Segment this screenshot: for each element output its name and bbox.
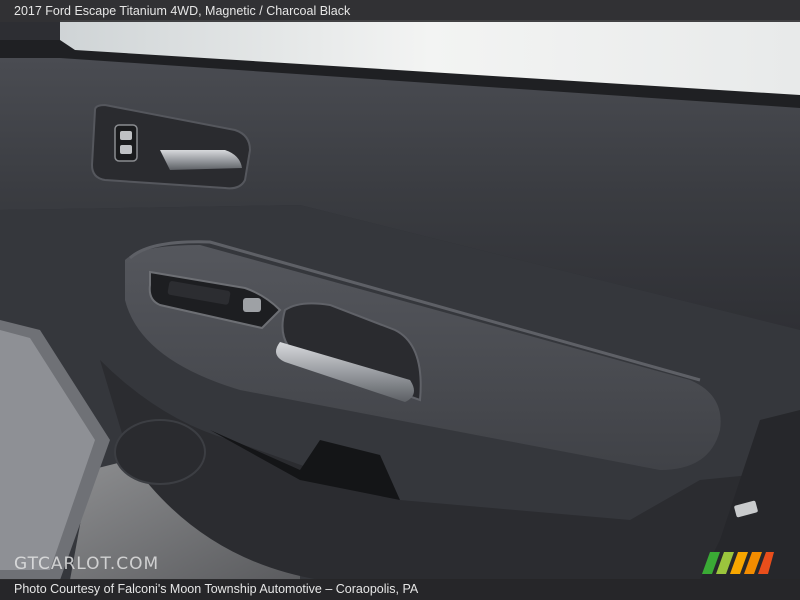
photo-title: 2017 Ford Escape Titanium 4WD, Magnetic … <box>0 0 800 22</box>
car-door-photo <box>0 0 800 600</box>
site-watermark: GTCARLOT.COM <box>14 554 160 574</box>
window-switch <box>243 298 261 312</box>
inner-door-handle <box>160 150 242 170</box>
speaker-grille <box>114 419 206 485</box>
lock-switch <box>114 124 138 162</box>
gtcarlot-logo <box>702 552 774 574</box>
photo-credit: Photo Courtesy of Falconi's Moon Townshi… <box>0 579 800 600</box>
